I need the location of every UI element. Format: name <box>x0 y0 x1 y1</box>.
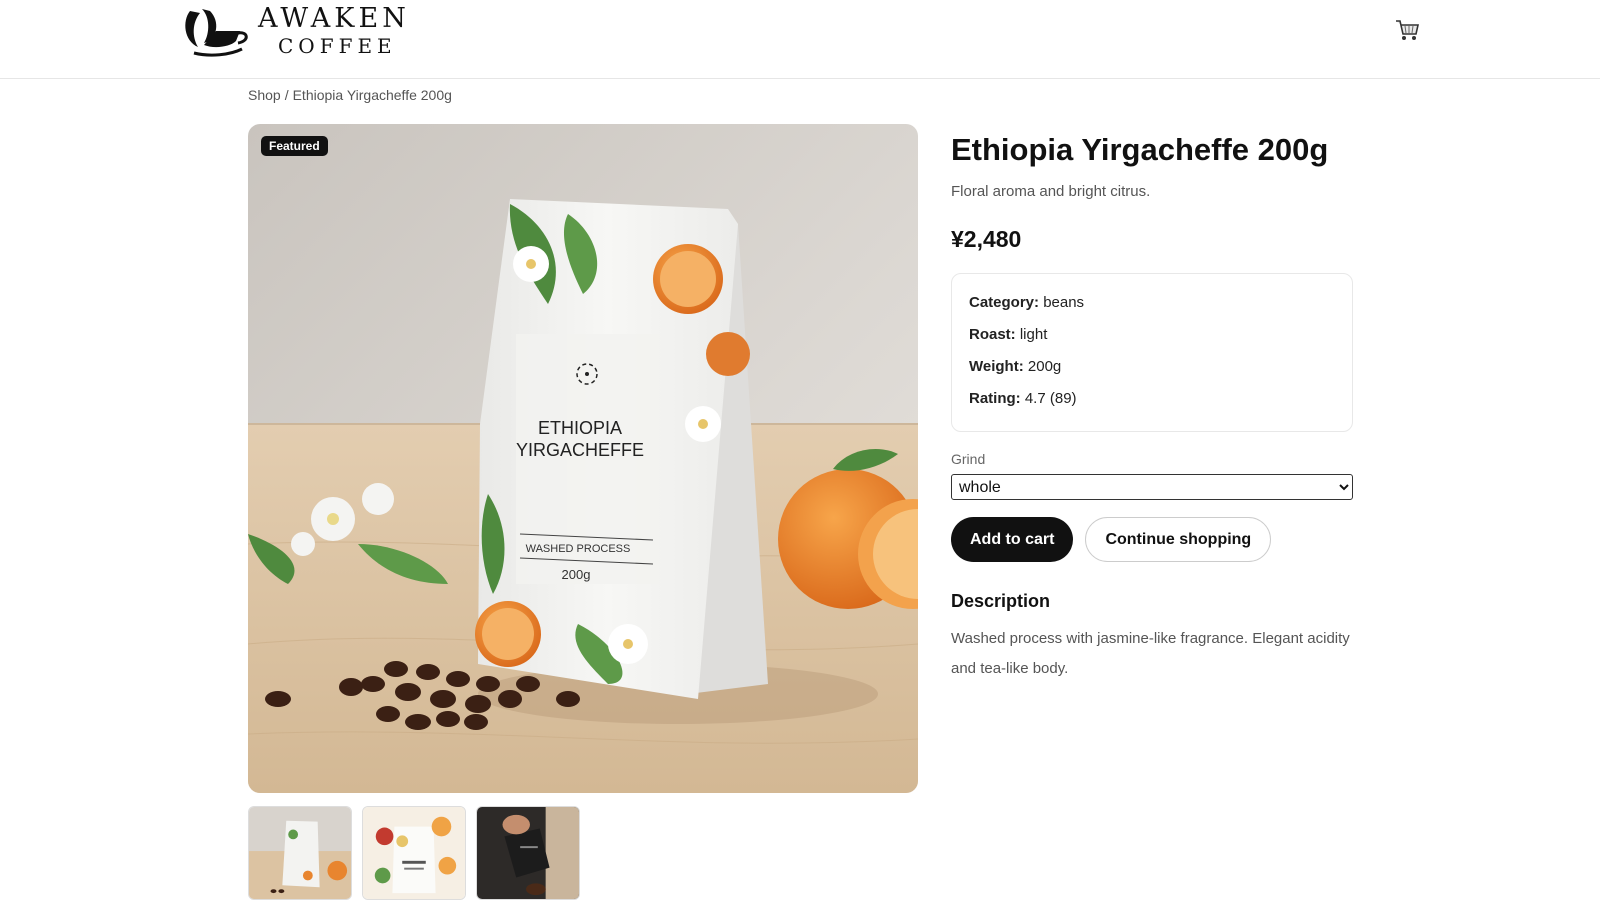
featured-badge: Featured <box>261 136 328 156</box>
brand-wordmark: AWAKEN COFFEE <box>258 3 410 59</box>
brand-logo[interactable]: AWAKEN COFFEE <box>180 0 410 62</box>
shopping-cart-icon[interactable] <box>1394 17 1420 43</box>
description-text: Washed process with jasmine-like fragran… <box>951 630 1350 677</box>
spec-value: light <box>1019 326 1048 343</box>
product-title: Ethiopia Yirgacheffe 200g <box>951 132 1329 167</box>
package-name-line-1: ETHIOPIA <box>538 418 622 438</box>
product-main-image[interactable]: ETHIOPIA YIRGACHEFFE WASHED PROCESS 200g <box>248 124 918 793</box>
thumbnail-strip <box>248 806 580 900</box>
spec-roast: Roast: light <box>969 319 1335 351</box>
continue-shopping-button[interactable]: Continue shopping <box>1085 517 1272 562</box>
grind-label: Grind <box>951 451 986 467</box>
spec-key: Category: <box>969 294 1040 311</box>
product-actions: Add to cart Continue shopping <box>951 517 1353 562</box>
add-to-cart-button[interactable]: Add to cart <box>951 517 1074 562</box>
spec-weight: Weight: 200g <box>969 351 1335 383</box>
coffee-cup-logo-icon <box>185 9 248 57</box>
site-header: AWAKEN COFFEE <box>0 0 1600 79</box>
thumbnail-bag-floral[interactable] <box>362 806 466 900</box>
brand-line-2: COFFEE <box>278 34 397 58</box>
breadcrumb-current: Ethiopia Yirgacheffe 200g <box>292 87 452 103</box>
package-process: WASHED PROCESS <box>526 543 631 555</box>
breadcrumb-separator: / <box>284 87 289 103</box>
grind-select[interactable]: whole <box>951 474 1353 500</box>
spec-value: beans <box>1043 294 1085 311</box>
product-subtitle: Floral aroma and bright citrus. <box>951 183 1151 200</box>
breadcrumb-shop-link[interactable]: Shop <box>248 87 281 103</box>
package-name-line-2: YIRGACHEFFE <box>516 440 644 460</box>
package-weight: 200g <box>562 567 591 582</box>
product-info: Ethiopia Yirgacheffe 200g Floral aroma a… <box>951 130 1353 684</box>
spec-value: 200g <box>1027 358 1062 375</box>
thumbnail-image <box>477 807 579 899</box>
spec-key: Rating: <box>969 390 1021 407</box>
spec-category: Category: beans <box>969 287 1335 319</box>
thumbnail-image <box>363 807 465 899</box>
spec-key: Weight: <box>969 358 1024 375</box>
thumbnail-pouring-beans[interactable] <box>476 806 580 900</box>
product-price: ¥2,480 <box>951 226 1022 252</box>
thumbnail-image <box>249 807 351 899</box>
breadcrumb: Shop / Ethiopia Yirgacheffe 200g <box>248 87 452 103</box>
spec-key: Roast: <box>969 326 1016 343</box>
description-heading: Description <box>951 591 1051 611</box>
spec-rating: Rating: 4.7 (89) <box>969 383 1335 415</box>
product-photo: ETHIOPIA YIRGACHEFFE WASHED PROCESS 200g <box>248 124 918 793</box>
spec-value: 4.7 (89) <box>1024 390 1077 407</box>
brand-line-1: AWAKEN <box>258 3 410 34</box>
thumbnail-bag-front[interactable] <box>248 806 352 900</box>
product-specs-card: Category: beans Roast: light Weight: 200… <box>951 273 1353 432</box>
